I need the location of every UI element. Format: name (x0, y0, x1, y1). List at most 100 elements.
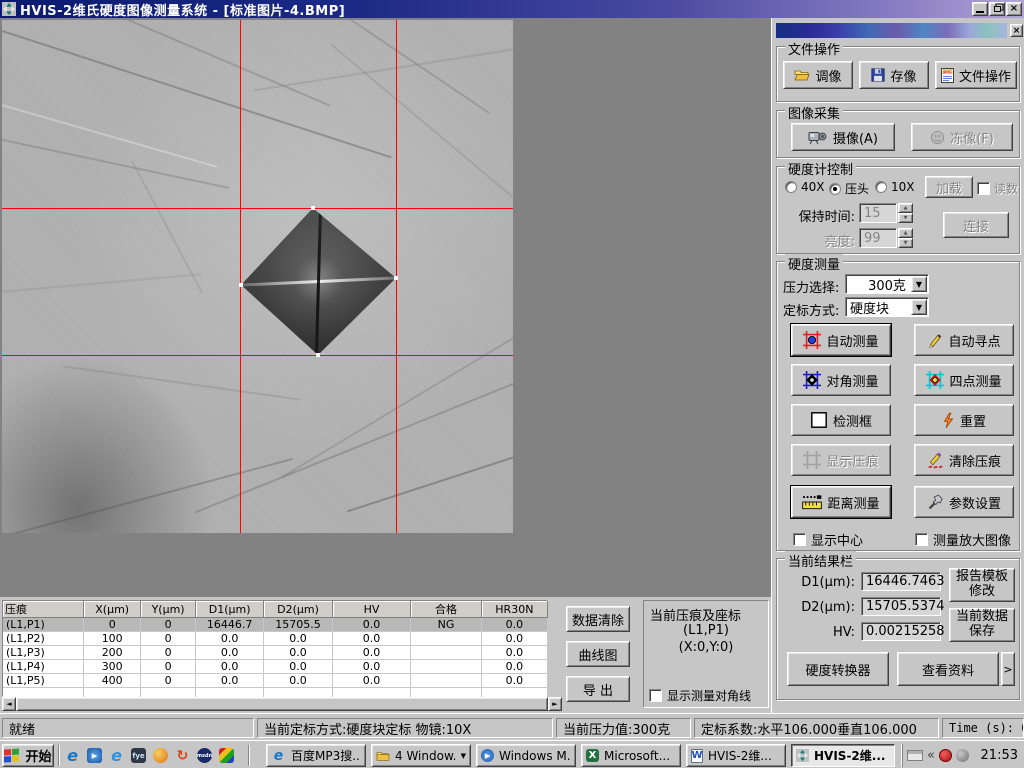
table-row[interactable]: (L1,P1)0016446.715705.50.0NG0.0 (3, 618, 548, 632)
quicklaunch-browser-icon[interactable]: e (107, 746, 126, 765)
close-button[interactable]: × (1006, 2, 1022, 16)
shield-icon[interactable] (939, 749, 952, 762)
col-header[interactable]: D1(μm) (196, 601, 264, 618)
pressure-select[interactable]: 300克 ▼ (845, 274, 929, 294)
table-row[interactable]: (L1,P2)10000.00.00.00.0 (3, 632, 548, 646)
export-button[interactable]: 导 出 (566, 676, 630, 702)
col-header[interactable]: 压痕 (3, 601, 84, 618)
zoom-measure-checkbox[interactable]: 测量放大图像 (915, 530, 1011, 549)
table-row[interactable]: (L1,P4)30000.00.00.00.0 (3, 660, 548, 674)
hold-time-label: 保持时间: (783, 206, 855, 225)
load-button: 加载 (925, 176, 973, 198)
panel-title-gradient[interactable] (776, 23, 1007, 38)
table-horizontal-scrollbar[interactable]: ◄ ► (2, 697, 562, 711)
group-current-results: 当前结果栏 D1(μm): 16446.7463 D2(μm): 15705.5… (776, 558, 1020, 700)
task-windows-group[interactable]: 4 Window... ▼ (371, 744, 471, 767)
quicklaunch-eye-icon[interactable]: fye (129, 746, 148, 765)
scroll-right-icon[interactable]: ► (548, 697, 562, 711)
hv-field: 0.00215258 (861, 622, 941, 641)
show-diagonal-checkbox-box[interactable] (649, 689, 662, 702)
radio-indenter-circle[interactable] (829, 183, 841, 195)
distance-measure-button[interactable]: 距离测量 (791, 486, 891, 518)
hold-time-field: 15 (859, 203, 897, 223)
radio-40x[interactable]: 40X (785, 180, 825, 194)
col-header[interactable]: D2(μm) (264, 601, 332, 618)
scratch (2, 24, 392, 159)
speaker-icon[interactable] (956, 749, 969, 762)
task-hvis-app-active[interactable]: HVIS-2维... (791, 744, 895, 767)
more-results-button[interactable]: > (1001, 652, 1015, 686)
vertex-marker-bottom[interactable] (316, 353, 320, 357)
folder-icon (376, 750, 390, 762)
measure-line-vertical-left[interactable] (240, 20, 241, 533)
keyboard-icon[interactable] (907, 750, 923, 761)
task-windows-media[interactable]: ▸ Windows M... (476, 744, 576, 767)
clear-data-button[interactable]: 数据清除 (566, 606, 630, 632)
vertex-marker-top[interactable] (311, 206, 315, 210)
radio-indenter[interactable]: 压头 (829, 180, 869, 197)
quicklaunch-swirl-icon[interactable]: ↻ (173, 746, 192, 765)
clear-indentation-button[interactable]: 清除压痕 (914, 444, 1014, 476)
d1-field: 16446.7463 (861, 572, 941, 591)
start-button[interactable]: 开始 (2, 744, 54, 767)
quicklaunch-colors-icon[interactable] (217, 746, 236, 765)
view-data-button[interactable]: 查看资料 (897, 652, 999, 686)
load-image-button[interactable]: 调像 (783, 61, 853, 89)
diagonal-measure-icon (803, 371, 821, 389)
parameter-settings-button[interactable]: 参数设置 (914, 486, 1014, 518)
col-header[interactable]: HV (332, 601, 411, 618)
col-header[interactable]: HR30N (481, 601, 547, 618)
vertex-marker-left[interactable] (239, 283, 243, 287)
quicklaunch-sphere-icon[interactable] (151, 746, 170, 765)
curve-chart-button[interactable]: 曲线图 (566, 641, 630, 667)
table-row[interactable]: (L1,P5)40000.00.00.00.0 (3, 674, 548, 688)
table-row[interactable]: (L1,P3)20000.00.00.00.0 (3, 646, 548, 660)
auto-measure-button[interactable]: 自动测量 (791, 324, 891, 356)
quicklaunch-ie-icon[interactable]: e (63, 746, 82, 765)
detect-frame-button[interactable]: 检测框 (791, 404, 891, 436)
col-header[interactable]: X(μm) (84, 601, 141, 618)
image-client-area (0, 18, 771, 597)
file-operations-button[interactable]: DOC 文件操作 (935, 61, 1017, 89)
measure-line-horizontal-top[interactable] (2, 208, 513, 209)
results-table[interactable]: 压痕 X(μm) Y(μm) D1(μm) D2(μm) HV 合格 HR30N… (2, 600, 548, 697)
scratch (63, 365, 301, 400)
zoom-measure-checkbox-box[interactable] (915, 533, 928, 546)
group-file-operations: 文件操作 调像 存像 DOC 文件操作 (776, 46, 1020, 102)
radio-40x-circle[interactable] (785, 181, 797, 193)
task-baidu-mp3[interactable]: e 百度MP3搜... (266, 744, 366, 767)
chevron-down-icon[interactable]: ▼ (911, 276, 927, 292)
diagonal-measure-button[interactable]: 对角测量 (791, 364, 891, 396)
quicklaunch-msdn-icon[interactable]: msdn (195, 746, 214, 765)
reset-button[interactable]: 重置 (914, 404, 1014, 436)
restore-button[interactable] (989, 2, 1005, 16)
scroll-left-icon[interactable]: ◄ (2, 697, 16, 711)
task-microsoft-excel[interactable]: X Microsoft... (581, 744, 681, 767)
calibration-select[interactable]: 硬度块 ▼ (845, 297, 929, 317)
four-point-measure-button[interactable]: 四点测量 (914, 364, 1014, 396)
show-center-checkbox[interactable]: 显示中心 (793, 530, 863, 549)
show-center-checkbox-box[interactable] (793, 533, 806, 546)
save-current-data-button[interactable]: 当前数据保存 (949, 608, 1015, 642)
brightness-spinner: ▲▼ (898, 228, 913, 248)
collapse-tray-icon[interactable]: « (927, 748, 935, 763)
col-header[interactable]: Y(μm) (141, 601, 196, 618)
radio-10x-circle[interactable] (875, 181, 887, 193)
chevron-down-icon[interactable]: ▼ (911, 299, 927, 315)
vertex-marker-right[interactable] (394, 276, 398, 280)
report-template-button[interactable]: 报告模板修改 (949, 568, 1015, 602)
task-hvis-word-doc[interactable]: W HVIS-2维... (686, 744, 786, 767)
camera-button[interactable]: 摄像(A) (791, 123, 895, 151)
auto-find-button[interactable]: 自动寻点 (914, 324, 1014, 356)
save-image-button[interactable]: 存像 (859, 61, 929, 89)
hardness-converter-button[interactable]: 硬度转换器 (787, 652, 889, 686)
col-header[interactable]: 合格 (411, 601, 481, 618)
scrollbar-thumb[interactable] (16, 697, 548, 711)
quicklaunch-media-player-icon[interactable]: ▸ (85, 746, 104, 765)
measure-line-horizontal-bottom[interactable] (2, 355, 513, 356)
show-diagonal-checkbox[interactable]: 显示测量对角线 (649, 687, 751, 704)
specimen-image[interactable] (2, 20, 513, 533)
radio-10x[interactable]: 10X (875, 180, 915, 194)
panel-close-button[interactable]: × (1010, 24, 1023, 37)
minimize-button[interactable] (972, 2, 988, 16)
